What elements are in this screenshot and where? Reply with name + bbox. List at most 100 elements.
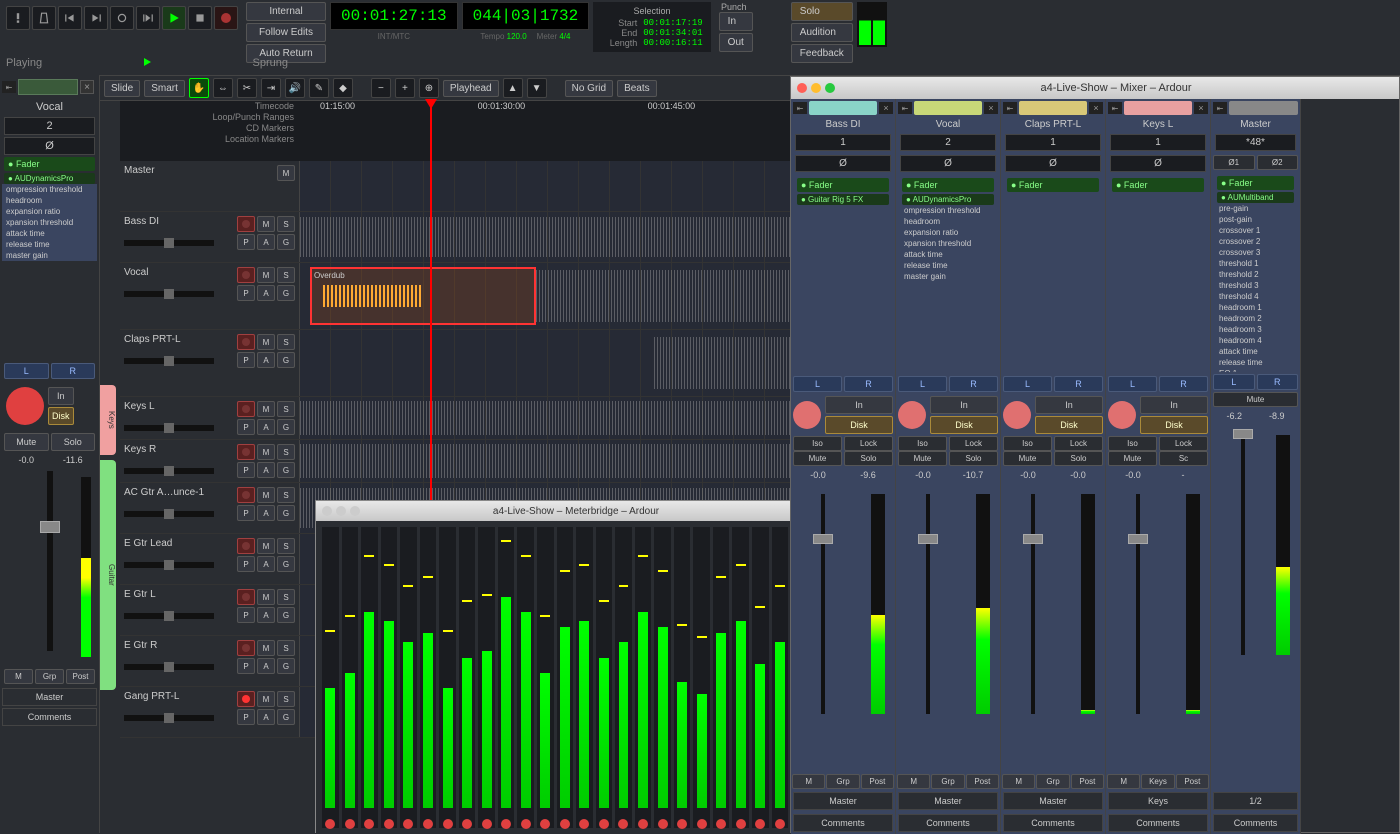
track-solo-button[interactable]: S — [277, 589, 295, 605]
track-p-button[interactable]: P — [237, 709, 255, 725]
track-g-button[interactable]: G — [277, 607, 295, 623]
hide-strip-button[interactable]: × — [879, 102, 893, 114]
strip-color[interactable] — [1019, 101, 1087, 115]
fader-handle[interactable] — [1128, 534, 1148, 544]
comments-button[interactable]: Comments — [1108, 814, 1208, 832]
track-mute-button[interactable]: M — [257, 640, 275, 656]
monitor-in[interactable]: In — [825, 396, 893, 414]
track-fader[interactable] — [124, 468, 214, 474]
comments-button[interactable]: Comments — [898, 814, 998, 832]
hide-strip-button[interactable]: × — [1089, 102, 1103, 114]
fader-processor[interactable]: ● Fader — [1112, 178, 1204, 192]
meter-m[interactable]: M — [1107, 774, 1140, 789]
track-name[interactable]: E Gtr L — [124, 589, 156, 601]
track-rec-button[interactable] — [237, 401, 255, 417]
track-p-button[interactable]: P — [237, 556, 255, 572]
primary-clock[interactable]: 00:01:27:13 — [330, 2, 458, 30]
gain-display[interactable]: -0.0 — [4, 455, 49, 465]
close-icon[interactable] — [322, 506, 332, 516]
track-rec-button[interactable] — [237, 691, 255, 707]
peak-display[interactable]: - — [1160, 470, 1206, 480]
track-solo-button[interactable]: S — [277, 216, 295, 232]
strip-input[interactable]: 2 — [900, 134, 996, 151]
track-p-button[interactable]: P — [237, 658, 255, 674]
fader-processor[interactable]: ● Fader — [797, 178, 889, 192]
edit-tool[interactable]: ◆ — [333, 78, 353, 98]
bridge-rec-button[interactable] — [342, 816, 359, 832]
iso-button[interactable]: Iso — [898, 436, 947, 451]
strip-name[interactable]: Master — [1211, 117, 1300, 132]
zoom-in-button[interactable]: + — [395, 78, 415, 98]
track-height-shrink[interactable]: ▼ — [527, 78, 547, 98]
plugin-param[interactable]: ompression threshold — [2, 184, 97, 195]
fader-processor[interactable]: ● Fader — [902, 178, 994, 192]
fader-processor[interactable]: ● Fader — [4, 157, 95, 171]
lock-button[interactable]: Lock — [1159, 436, 1208, 451]
playhead-icon[interactable] — [425, 99, 437, 109]
strip-width-toggle[interactable]: ⇤ — [1213, 102, 1227, 114]
solo-alert-button[interactable]: Solo — [791, 2, 853, 21]
monitor-in[interactable]: In — [930, 396, 998, 414]
mouse-mode-select[interactable]: Smart — [144, 80, 185, 97]
pan-l[interactable]: L — [793, 376, 842, 392]
gain-display[interactable]: -0.0 — [900, 470, 946, 480]
plugin-param[interactable]: headroom 1 — [1215, 302, 1296, 313]
track-solo-button[interactable]: S — [277, 691, 295, 707]
track-rec-button[interactable] — [237, 444, 255, 460]
track-mute-button[interactable]: M — [257, 267, 275, 283]
plugin-param[interactable]: release time — [1215, 357, 1296, 368]
track-fader[interactable] — [124, 715, 214, 721]
track-g-button[interactable]: G — [277, 285, 295, 301]
track-p-button[interactable]: P — [237, 352, 255, 368]
zoom-out-button[interactable]: − — [371, 78, 391, 98]
mute-button[interactable]: Mute — [793, 451, 842, 466]
plugin-param[interactable]: attack time — [1215, 346, 1296, 357]
meter-m[interactable]: M — [1002, 774, 1035, 789]
bridge-rec-button[interactable] — [439, 816, 456, 832]
lock-button[interactable]: Lock — [844, 436, 893, 451]
fader-handle[interactable] — [1233, 429, 1253, 439]
track-solo-button[interactable]: S — [277, 401, 295, 417]
goto-end-button[interactable] — [84, 6, 108, 30]
strip-name[interactable]: Keys L — [1106, 117, 1210, 132]
monitor-in-button[interactable]: In — [48, 387, 74, 405]
track-rec-button[interactable] — [237, 334, 255, 350]
punch-in-button[interactable]: In — [719, 12, 753, 31]
track-solo-button[interactable]: S — [277, 334, 295, 350]
phase-2[interactable]: Ø2 — [1257, 155, 1299, 170]
meterbridge-titlebar[interactable]: a4-Live-Show – Meterbridge – Ardour — [316, 501, 794, 521]
strip-width-toggle[interactable]: ⇤ — [898, 102, 912, 114]
plugin-param[interactable]: expansion ratio — [900, 227, 996, 238]
track-name[interactable]: AC Gtr A…unce-1 — [124, 487, 204, 499]
track-mute-button[interactable]: M — [257, 401, 275, 417]
strip-name[interactable]: Bass DI — [791, 117, 895, 132]
strip-width-toggle[interactable]: ⇤ — [2, 81, 16, 93]
track-fader[interactable] — [124, 511, 214, 517]
plugin-param[interactable]: release time — [900, 260, 996, 271]
track-mute-button[interactable]: M — [257, 334, 275, 350]
solo-button[interactable]: Solo — [1054, 451, 1103, 466]
gain-display[interactable]: -6.2 — [1215, 411, 1254, 421]
pan-l[interactable]: L — [4, 363, 49, 379]
strip-input[interactable]: 1 — [1110, 134, 1206, 151]
pan-l[interactable]: L — [1213, 374, 1255, 390]
output-button[interactable]: Master — [2, 688, 97, 706]
plugin-param[interactable]: post-gain — [1215, 214, 1296, 225]
secondary-clock[interactable]: 044|03|1732 — [462, 2, 590, 30]
meter-post[interactable]: Post — [1071, 774, 1104, 789]
monitor-in[interactable]: In — [1035, 396, 1103, 414]
strip-name[interactable]: Vocal — [896, 117, 1000, 132]
track-name[interactable]: Bass DI — [124, 216, 159, 228]
fader-processor[interactable]: ● Fader — [1007, 178, 1099, 192]
close-icon[interactable] — [797, 83, 807, 93]
plugin-processor[interactable]: ● Guitar Rig 5 FX — [797, 194, 889, 205]
track-mute-button[interactable]: M — [257, 216, 275, 232]
plugin-param[interactable]: crossover 1 — [1215, 225, 1296, 236]
pan-l[interactable]: L — [1003, 376, 1052, 392]
track-a-button[interactable]: A — [257, 658, 275, 674]
strip-label[interactable]: *48* — [1215, 134, 1296, 151]
track-solo-button[interactable]: S — [277, 640, 295, 656]
bridge-rec-button[interactable] — [772, 816, 789, 832]
output-button[interactable]: Master — [898, 792, 998, 810]
bridge-rec-button[interactable] — [732, 816, 749, 832]
